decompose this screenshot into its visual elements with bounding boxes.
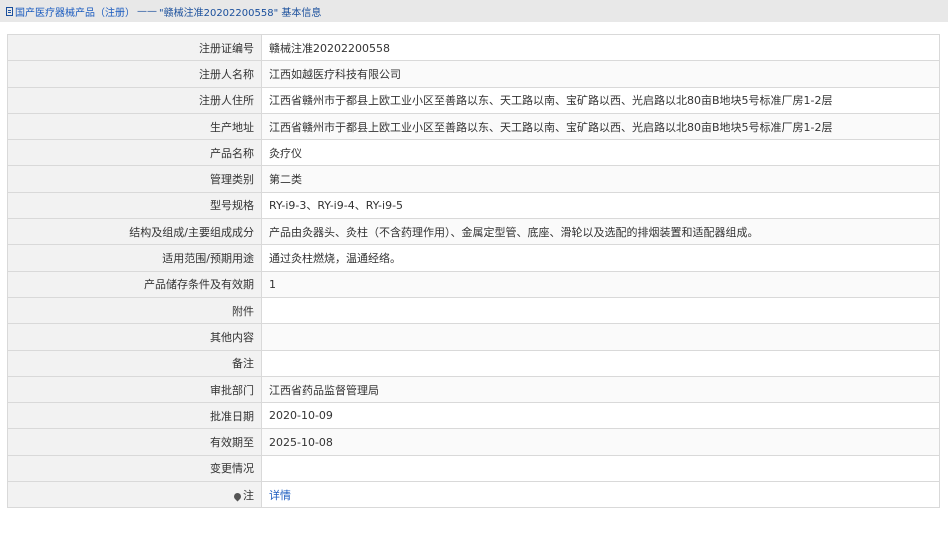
table-row: 生产地址 江西省赣州市于都县上欧工业小区至善路以东、天工路以南、宝矿路以西、光启路…	[7, 112, 940, 141]
breadcrumb-root-link[interactable]: 国产医疗器械产品（注册）	[15, 4, 135, 19]
pin-icon	[232, 491, 243, 502]
table-row-note: 注 详情	[7, 481, 940, 509]
document-icon	[6, 6, 13, 16]
row-value: 通过灸柱燃烧，温通经络。	[261, 244, 940, 272]
row-value: 产品由灸器头、灸柱（不含药理作用）、金属定型管、底座、滑轮以及选配的排烟装置和适…	[261, 218, 940, 246]
row-label: 生产地址	[7, 112, 262, 141]
table-row: 结构及组成/主要组成成分 产品由灸器头、灸柱（不含药理作用）、金属定型管、底座、滑…	[7, 218, 940, 246]
row-label: 附件	[7, 296, 262, 325]
row-value: 灸疗仪	[261, 139, 940, 167]
row-label: 适用范围/预期用途	[7, 244, 262, 272]
row-label: 型号规格	[7, 191, 262, 220]
breadcrumb-separator: ——	[137, 5, 157, 17]
row-value	[261, 454, 940, 483]
details-link[interactable]: 详情	[269, 489, 291, 502]
table-row: 注册证编号 赣械注准20202200558	[7, 33, 940, 62]
table-row: 有效期至 2025-10-08	[7, 428, 940, 456]
note-label: 注	[243, 488, 254, 502]
row-value: 江西省赣州市于都县上欧工业小区至善路以东、天工路以南、宝矿路以西、光启路以北80…	[261, 86, 940, 114]
table-row: 附件	[7, 296, 940, 325]
row-value	[261, 323, 940, 351]
table-row: 注册人住所 江西省赣州市于都县上欧工业小区至善路以东、天工路以南、宝矿路以西、光启…	[7, 86, 940, 114]
table-row: 变更情况	[7, 454, 940, 483]
breadcrumb: 国产医疗器械产品（注册） —— "赣械注准20202200558" 基本信息	[0, 0, 948, 22]
row-label: 管理类别	[7, 165, 262, 193]
table-row: 产品名称 灸疗仪	[7, 139, 940, 167]
row-value: 第二类	[261, 165, 940, 193]
row-value	[261, 349, 940, 377]
note-label-cell: 注	[7, 481, 262, 509]
row-value: 2020-10-09	[261, 402, 940, 430]
row-label: 注册人名称	[7, 60, 262, 88]
row-value: 1	[261, 270, 940, 298]
table-row: 备注	[7, 349, 940, 377]
table-row: 适用范围/预期用途 通过灸柱燃烧，温通经络。	[7, 244, 940, 272]
row-label: 备注	[7, 349, 262, 377]
row-value	[261, 296, 940, 325]
row-value: 赣械注准20202200558	[261, 33, 940, 62]
row-label: 有效期至	[7, 428, 262, 456]
breadcrumb-current: "赣械注准20202200558" 基本信息	[159, 7, 322, 19]
row-label: 注册证编号	[7, 33, 262, 62]
table-row: 管理类别 第二类	[7, 165, 940, 193]
table-row: 其他内容	[7, 323, 940, 351]
row-label: 变更情况	[7, 454, 262, 483]
row-value: 江西如越医疗科技有限公司	[261, 60, 940, 88]
row-label: 结构及组成/主要组成成分	[7, 218, 262, 246]
row-label: 其他内容	[7, 323, 262, 351]
table-row: 批准日期 2020-10-09	[7, 402, 940, 430]
row-label: 审批部门	[7, 375, 262, 404]
table-row: 产品储存条件及有效期 1	[7, 270, 940, 298]
row-label: 注册人住所	[7, 86, 262, 114]
row-value: 江西省赣州市于都县上欧工业小区至善路以东、天工路以南、宝矿路以西、光启路以北80…	[261, 112, 940, 141]
table-row: 注册人名称 江西如越医疗科技有限公司	[7, 60, 940, 88]
table-row: 型号规格 RY-i9-3、RY-i9-4、RY-i9-5	[7, 191, 940, 220]
row-label: 产品名称	[7, 139, 262, 167]
row-value: 2025-10-08	[261, 428, 940, 456]
row-value: 江西省药品监督管理局	[261, 375, 940, 404]
table-row: 审批部门 江西省药品监督管理局	[7, 375, 940, 404]
row-label: 批准日期	[7, 402, 262, 430]
row-value: RY-i9-3、RY-i9-4、RY-i9-5	[261, 191, 940, 220]
note-value-cell: 详情	[261, 481, 940, 509]
row-label: 产品储存条件及有效期	[7, 270, 262, 298]
registration-info-table: 注册证编号 赣械注准20202200558 注册人名称 江西如越医疗科技有限公司 注册人…	[7, 33, 940, 509]
